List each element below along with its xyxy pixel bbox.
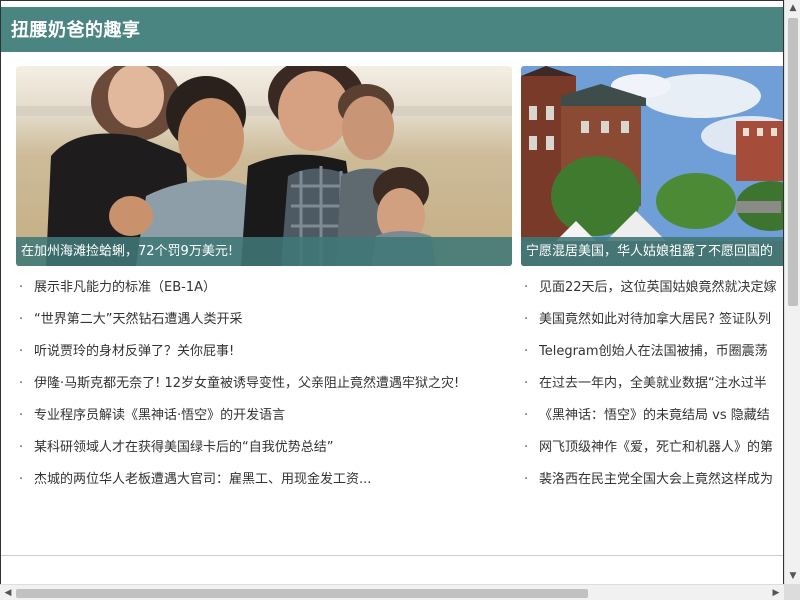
vertical-scrollbar[interactable]: ▲ ▼ [784, 0, 800, 584]
list-item[interactable]: · 美国竟然如此对待加拿大居民? 签证队列 [524, 311, 783, 343]
article-list-left: · 展示非凡能力的标准（EB-1A） · “世界第二大”天然钻石遭遇人类开采 · 听说… [19, 279, 509, 503]
article-link[interactable]: 专业程序员解读《黑神话·悟空》的开发语言 [34, 408, 285, 423]
list-item[interactable]: · 伊隆·马斯克都无奈了! 12岁女童被诱导变性，父亲阻止竟然遭遇牢狱之灾! [19, 375, 509, 407]
list-item[interactable]: · 某科研领域人才在获得美国绿卡后的“自我优势总结” [19, 439, 509, 471]
site-title[interactable]: 扭腰奶爸的趣享 [11, 20, 141, 42]
site-header: 扭腰奶爸的趣享 [1, 7, 783, 52]
scroll-up-arrow-icon[interactable]: ▲ [785, 0, 800, 16]
article-link[interactable]: 见面22天后，这位英国姑娘竟然就决定嫁 [539, 280, 777, 295]
article-link[interactable]: 裴洛西在民主党全国大会上竟然这样成为 [539, 472, 773, 487]
scroll-left-arrow-icon[interactable]: ◀ [0, 585, 16, 600]
article-link[interactable]: 听说贾玲的身材反弹了？关你屁事! [34, 344, 234, 359]
list-item[interactable]: · 杰城的两位华人老板遭遇大官司：雇黑工、用现金发工资... [19, 471, 509, 503]
article-link[interactable]: 展示非凡能力的标准（EB-1A） [34, 280, 216, 295]
list-item[interactable]: · 专业程序员解读《黑神话·悟空》的开发语言 [19, 407, 509, 439]
family-on-beach-photo [16, 66, 512, 266]
featured-card-1[interactable]: 宁愿混居美国，华人姑娘祖露了不愿回国的 [521, 66, 783, 266]
scroll-down-arrow-icon[interactable]: ▼ [785, 568, 800, 584]
list-item[interactable]: · 见面22天后，这位英国姑娘竟然就决定嫁 [524, 279, 783, 311]
town-street-photo [521, 66, 783, 266]
list-item[interactable]: · 网飞顶级神作《爱，死亡和机器人》的第 [524, 439, 783, 471]
article-link[interactable]: 杰城的两位华人老板遭遇大官司：雇黑工、用现金发工资... [34, 472, 371, 487]
horizontal-scroll-thumb[interactable] [16, 589, 588, 598]
article-link[interactable]: 《黑神话：悟空》的未竟结局 vs 隐藏结 [539, 408, 770, 423]
list-item[interactable]: · 《黑神话：悟空》的未竟结局 vs 隐藏结 [524, 407, 783, 439]
list-item[interactable]: · 展示非凡能力的标准（EB-1A） [19, 279, 509, 311]
list-item[interactable]: · 裴洛西在民主党全国大会上竟然这样成为 [524, 471, 783, 503]
list-item[interactable]: · Telegram创始人在法国被捕，币圈震荡 [524, 343, 783, 375]
article-link[interactable]: 美国竟然如此对待加拿大居民? 签证队列 [539, 312, 771, 327]
browser-page: 扭腰奶爸的趣享 在加州海滩捡蛤蜊，72个罚9万美元! 宁愿混居美国，华人姑娘祖露… [0, 0, 784, 584]
featured-card-0[interactable]: 在加州海滩捡蛤蜊，72个罚9万美元! [16, 66, 512, 266]
scroll-right-arrow-icon[interactable]: ▶ [768, 585, 784, 600]
article-link[interactable]: 某科研领域人才在获得美国绿卡后的“自我优势总结” [34, 440, 333, 455]
scrollbar-corner [784, 584, 800, 600]
list-item[interactable]: · 听说贾玲的身材反弹了？关你屁事! [19, 343, 509, 375]
article-link[interactable]: “世界第二大”天然钻石遭遇人类开采 [34, 312, 242, 327]
article-list-right: · 见面22天后，这位英国姑娘竟然就决定嫁 · 美国竟然如此对待加拿大居民? 签证队… [524, 279, 783, 503]
featured-caption-1[interactable]: 宁愿混居美国，华人姑娘祖露了不愿回国的 [521, 237, 783, 266]
horizontal-scrollbar[interactable]: ◀ ▶ [0, 584, 784, 600]
article-link[interactable]: Telegram创始人在法国被捕，币圈震荡 [539, 344, 768, 359]
featured-caption-0[interactable]: 在加州海滩捡蛤蜊，72个罚9万美元! [16, 237, 512, 266]
list-item[interactable]: · 在过去一年内，全美就业数据“注水过半 [524, 375, 783, 407]
article-link[interactable]: 伊隆·马斯克都无奈了! 12岁女童被诱导变性，父亲阻止竟然遭遇牢狱之灾! [34, 376, 459, 391]
vertical-scroll-thumb[interactable] [788, 18, 798, 306]
list-item[interactable]: · “世界第二大”天然钻石遭遇人类开采 [19, 311, 509, 343]
footer-divider [1, 555, 783, 556]
article-link[interactable]: 网飞顶级神作《爱，死亡和机器人》的第 [539, 440, 773, 455]
article-link[interactable]: 在过去一年内，全美就业数据“注水过半 [539, 376, 767, 391]
